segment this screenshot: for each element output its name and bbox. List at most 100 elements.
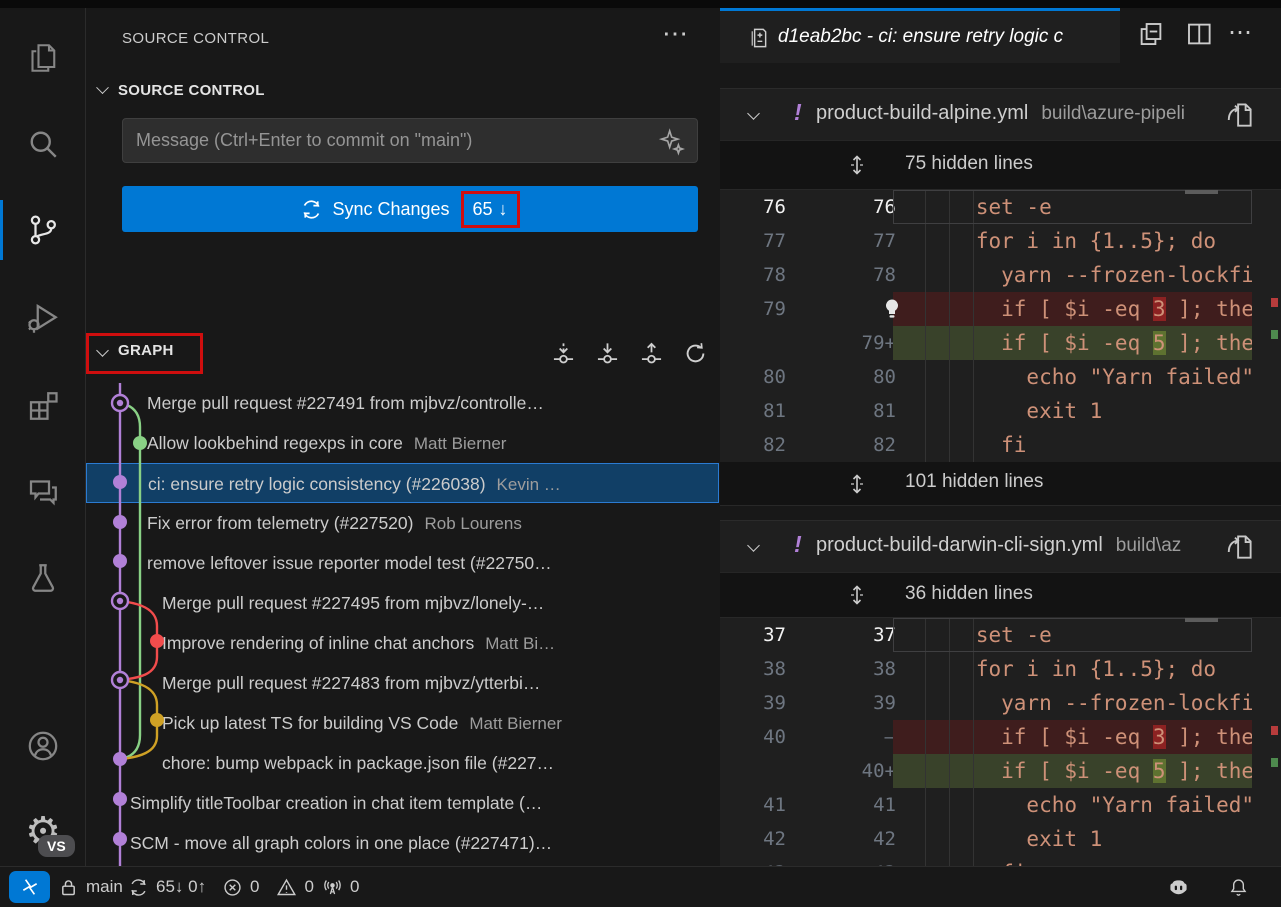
notifications-status-item[interactable] bbox=[1228, 867, 1249, 907]
diff-code-block-darwin: 3737 set -e 3838 for i in {1..5}; do 393… bbox=[720, 618, 1281, 866]
hidden-lines-row[interactable]: 101 hidden lines bbox=[720, 462, 1281, 506]
file-name: product-build-alpine.yml bbox=[816, 102, 1028, 124]
code-line[interactable]: yarn --frozen-lockfile bbox=[900, 686, 1252, 720]
code-line[interactable]: echo "Yarn failed" bbox=[900, 788, 1252, 822]
open-file-icon[interactable] bbox=[1225, 532, 1255, 562]
title-bar-strip bbox=[0, 0, 1281, 8]
diff-file-icon bbox=[746, 26, 769, 49]
code-line[interactable]: fi bbox=[900, 856, 1252, 866]
commit-row[interactable]: Merge pull request #227491 from mjbvz/co… bbox=[86, 383, 719, 423]
copilot-status-item[interactable] bbox=[1168, 867, 1189, 907]
lightbulb-icon[interactable] bbox=[880, 297, 904, 321]
problems-status-item[interactable]: 0 0 bbox=[222, 867, 314, 907]
copilot-icon bbox=[1168, 877, 1189, 898]
unfold-icon bbox=[845, 472, 869, 496]
extensions-icon[interactable] bbox=[0, 374, 86, 438]
search-icon[interactable] bbox=[0, 112, 86, 176]
graph-section-header[interactable]: GRAPH bbox=[86, 333, 720, 374]
commit-row[interactable]: Simplify titleToolbar creation in chat i… bbox=[86, 783, 719, 823]
editor-background-gap bbox=[720, 63, 1281, 88]
chevron-down-icon bbox=[747, 107, 760, 120]
commit-row[interactable]: Merge pull request #227495 from mjbvz/lo… bbox=[86, 583, 719, 623]
more-actions-icon[interactable]: ⋯ bbox=[662, 18, 690, 49]
sync-icon bbox=[128, 877, 149, 898]
file-header-alpine[interactable]: ! product-build-alpine.ymlbuild\azure-pi… bbox=[720, 88, 1281, 141]
file-path: build\azure-pipeli bbox=[1041, 103, 1185, 124]
code-line[interactable]: echo "Yarn failed" bbox=[900, 360, 1252, 394]
hidden-lines-row[interactable]: 36 hidden lines bbox=[720, 573, 1281, 618]
hidden-lines-row[interactable]: 75 hidden lines bbox=[720, 141, 1281, 190]
open-file-icon[interactable] bbox=[1225, 100, 1255, 130]
sync-icon bbox=[300, 198, 323, 221]
incoming-count: 65 bbox=[473, 199, 493, 220]
refresh-icon[interactable] bbox=[682, 340, 709, 367]
commit-row[interactable]: SCM - move all graph colors in one place… bbox=[86, 823, 719, 863]
remote-indicator[interactable] bbox=[9, 871, 50, 903]
ports-status-item[interactable]: 0 bbox=[322, 867, 359, 907]
code-line[interactable]: exit 1 bbox=[900, 822, 1252, 856]
commit-row[interactable]: Merge pull request #227483 from mjbvz/yt… bbox=[86, 663, 719, 703]
code-line[interactable]: for i in {1..5}; do bbox=[900, 224, 1252, 258]
file-header-darwin-cli-sign[interactable]: ! product-build-darwin-cli-sign.ymlbuild… bbox=[720, 520, 1281, 573]
push-icon[interactable] bbox=[638, 340, 665, 367]
overview-ruler[interactable] bbox=[1252, 190, 1281, 462]
split-editor-icon[interactable] bbox=[1184, 19, 1214, 49]
commit-row[interactable]: Allow lookbehind regexps in coreMatt Bie… bbox=[86, 423, 719, 463]
warning-icon bbox=[276, 877, 297, 898]
commit-row-selected[interactable]: ci: ensure retry logic consistency (#226… bbox=[86, 463, 719, 503]
code-line[interactable]: set -e bbox=[900, 190, 1252, 224]
pull-icon[interactable] bbox=[594, 340, 621, 367]
remote-icon bbox=[20, 877, 40, 897]
commit-row[interactable]: Fix error from telemetry (#227520)Rob Lo… bbox=[86, 503, 719, 543]
sync-count-annotation-box: 65 ↓ bbox=[461, 191, 520, 228]
editor-more-actions-icon[interactable]: ⋯ bbox=[1226, 19, 1256, 49]
file-name: product-build-darwin-cli-sign.yml bbox=[816, 534, 1103, 556]
horizontal-scrollbar[interactable] bbox=[1185, 618, 1218, 622]
removed-code-line[interactable]: if [ $i -eq 3 ]; then bbox=[900, 292, 1252, 326]
arrow-down-icon: ↓ bbox=[499, 199, 508, 220]
code-line[interactable]: exit 1 bbox=[900, 394, 1252, 428]
run-debug-icon[interactable] bbox=[0, 286, 86, 350]
overview-ruler[interactable] bbox=[1252, 618, 1281, 866]
unfold-icon bbox=[845, 583, 869, 607]
panel-title: SOURCE CONTROL bbox=[122, 30, 269, 47]
lock-icon bbox=[58, 877, 79, 898]
testing-icon[interactable] bbox=[0, 546, 86, 610]
generate-commit-message-sparkle-icon[interactable] bbox=[658, 128, 686, 156]
activity-bar: ⚙ VS bbox=[0, 8, 86, 866]
commit-row[interactable]: Improve rendering of inline chat anchors… bbox=[86, 623, 719, 663]
branch-status-item[interactable]: main bbox=[58, 867, 123, 907]
code-line[interactable]: for i in {1..5}; do bbox=[900, 652, 1252, 686]
section-gap bbox=[720, 506, 1281, 520]
added-code-line[interactable]: if [ $i -eq 5 ]; then bbox=[900, 754, 1252, 788]
source-control-icon[interactable] bbox=[0, 198, 86, 262]
removed-code-line[interactable]: if [ $i -eq 3 ]; then bbox=[900, 720, 1252, 754]
commit-graph-list: Merge pull request #227491 from mjbvz/co… bbox=[86, 383, 720, 866]
source-control-section-header[interactable]: SOURCE CONTROL bbox=[98, 82, 265, 99]
unfold-icon bbox=[845, 153, 869, 177]
commit-row[interactable]: chore: bump webpack in package.json file… bbox=[86, 743, 719, 783]
code-line[interactable]: yarn --frozen-lockfile bbox=[900, 258, 1252, 292]
tab-multi-diff[interactable]: d1eab2bc - ci: ensure retry logic c bbox=[720, 8, 1120, 63]
commit-row[interactable]: Pick up latest TS for building VS CodeMa… bbox=[86, 703, 719, 743]
added-code-line[interactable]: if [ $i -eq 5 ]; then bbox=[900, 326, 1252, 360]
sync-status-item[interactable]: 65↓ 0↑ bbox=[128, 867, 206, 907]
file-path: build\az bbox=[1116, 535, 1182, 556]
chevron-down-icon bbox=[747, 539, 760, 552]
code-line[interactable]: fi bbox=[900, 428, 1252, 462]
fetch-icon[interactable] bbox=[550, 340, 577, 367]
commit-message-input[interactable] bbox=[122, 118, 698, 163]
explorer-icon[interactable] bbox=[0, 26, 86, 90]
comments-icon[interactable] bbox=[0, 460, 86, 524]
code-line[interactable]: set -e bbox=[900, 618, 1252, 652]
commit-row[interactable]: remove leftover issue reporter model tes… bbox=[86, 543, 719, 583]
section-label: SOURCE CONTROL bbox=[118, 82, 265, 99]
horizontal-scrollbar[interactable] bbox=[1185, 190, 1218, 194]
tab-title: d1eab2bc - ci: ensure retry logic c bbox=[778, 26, 1063, 48]
open-changes-icon[interactable] bbox=[1136, 19, 1166, 49]
sync-changes-button[interactable]: Sync Changes 65 ↓ bbox=[122, 186, 698, 232]
settings-vs-badge: VS bbox=[38, 835, 75, 857]
hidden-lines-label: 75 hidden lines bbox=[905, 153, 1033, 175]
accounts-icon[interactable] bbox=[0, 714, 86, 778]
error-icon bbox=[222, 877, 243, 898]
